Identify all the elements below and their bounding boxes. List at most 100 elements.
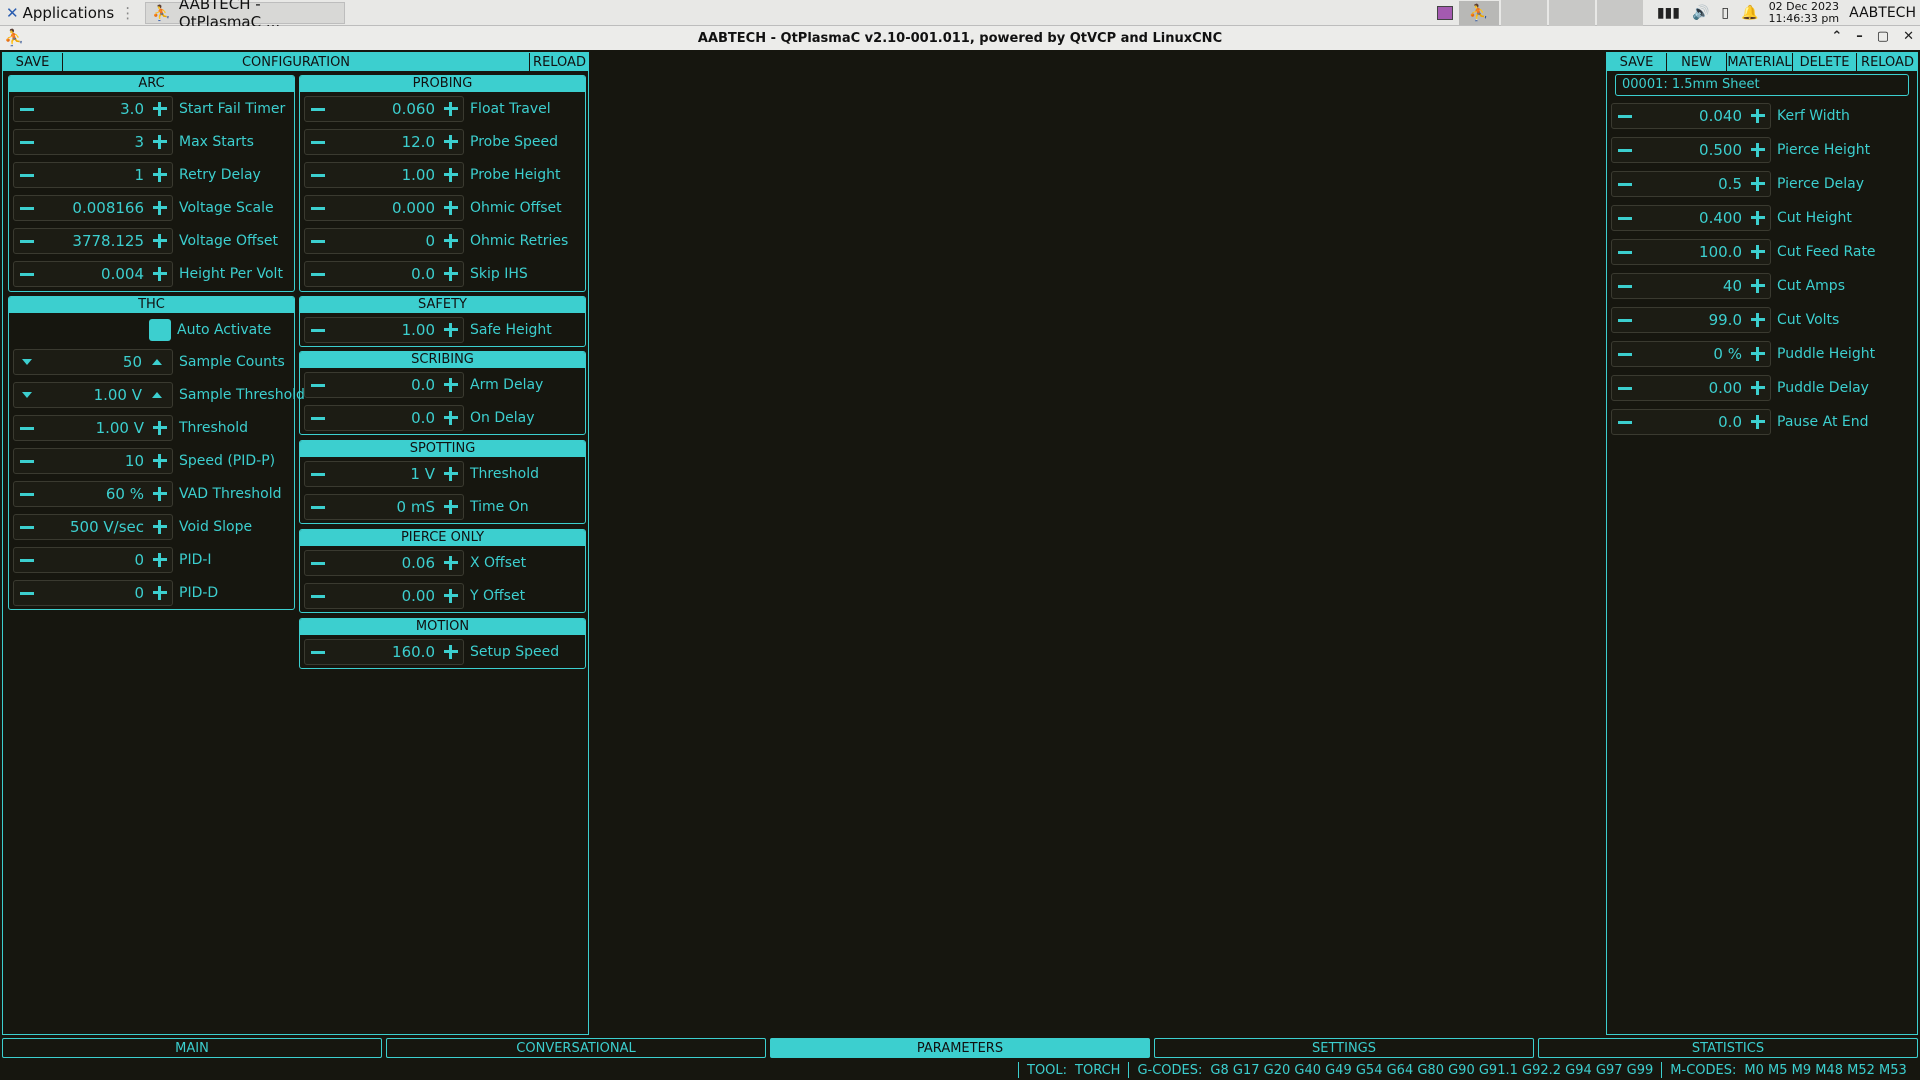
- probe-speed-minus-icon[interactable]: [305, 130, 331, 154]
- ohmic-offset-minus-icon[interactable]: [305, 196, 331, 220]
- on-delay-plus-icon[interactable]: [439, 406, 463, 430]
- start-fail-timer-plus-icon[interactable]: [148, 97, 172, 121]
- sample-counts-decrease-arrow-icon[interactable]: [14, 350, 40, 374]
- float-travel-value[interactable]: 0.060: [331, 100, 439, 118]
- voltage-offset-minus-icon[interactable]: [14, 229, 40, 253]
- tab-statistics[interactable]: STATISTICS: [1538, 1038, 1918, 1058]
- y-offset-minus-icon[interactable]: [305, 584, 331, 608]
- height-per-volt-minus-icon[interactable]: [14, 262, 40, 286]
- workspace-2[interactable]: [1500, 0, 1547, 26]
- user-menu[interactable]: AABTECH: [1849, 5, 1916, 21]
- cut-height-value[interactable]: 0.400: [1638, 209, 1746, 227]
- probe-height-spinbox[interactable]: 1.00: [304, 162, 464, 188]
- cut-amps-minus-icon[interactable]: [1612, 274, 1638, 298]
- cut-feed-rate-value[interactable]: 100.0: [1638, 243, 1746, 261]
- void-slope-value[interactable]: 500 V/sec: [40, 518, 148, 536]
- minimize-icon[interactable]: –: [1856, 29, 1863, 44]
- tab-settings[interactable]: SETTINGS: [1154, 1038, 1534, 1058]
- network-icon[interactable]: ▮▮▮: [1657, 5, 1680, 21]
- cut-feed-rate-plus-icon[interactable]: [1746, 240, 1770, 264]
- cut-feed-rate-minus-icon[interactable]: [1612, 240, 1638, 264]
- pierce-height-plus-icon[interactable]: [1746, 138, 1770, 162]
- sample-threshold-increase-arrow-icon[interactable]: [146, 383, 172, 407]
- safe-height-value[interactable]: 1.00: [331, 321, 439, 339]
- cut-amps-spinbox[interactable]: 40: [1611, 273, 1771, 299]
- ohmic-retries-minus-icon[interactable]: [305, 229, 331, 253]
- x-offset-plus-icon[interactable]: [439, 551, 463, 575]
- cut-amps-plus-icon[interactable]: [1746, 274, 1770, 298]
- time-on-value[interactable]: 0 mS: [331, 498, 439, 516]
- vad-threshold-spinbox[interactable]: 60 %: [13, 481, 173, 507]
- arm-delay-plus-icon[interactable]: [439, 373, 463, 397]
- tab-parameters[interactable]: PARAMETERS: [770, 1038, 1150, 1058]
- setup-speed-minus-icon[interactable]: [305, 640, 331, 664]
- cut-height-minus-icon[interactable]: [1612, 206, 1638, 230]
- max-starts-value[interactable]: 3: [40, 133, 148, 151]
- skip-ihs-minus-icon[interactable]: [305, 262, 331, 286]
- cut-volts-value[interactable]: 99.0: [1638, 311, 1746, 329]
- pid-i-spinbox[interactable]: 0: [13, 547, 173, 573]
- y-offset-value[interactable]: 0.00: [331, 587, 439, 605]
- ohmic-offset-plus-icon[interactable]: [439, 196, 463, 220]
- safe-height-minus-icon[interactable]: [305, 318, 331, 342]
- x-offset-spinbox[interactable]: 0.06: [304, 550, 464, 576]
- sample-threshold-spinbox[interactable]: 1.00 V: [13, 382, 173, 408]
- sample-threshold-value[interactable]: 1.00 V: [40, 386, 146, 404]
- threshold-plus-icon[interactable]: [439, 462, 463, 486]
- pierce-height-value[interactable]: 0.500: [1638, 141, 1746, 159]
- sample-threshold-decrease-arrow-icon[interactable]: [14, 383, 40, 407]
- time-on-spinbox[interactable]: 0 mS: [304, 494, 464, 520]
- speed-pid-p-value[interactable]: 10: [40, 452, 148, 470]
- probe-height-plus-icon[interactable]: [439, 163, 463, 187]
- voltage-scale-value[interactable]: 0.008166: [40, 199, 148, 217]
- speed-pid-p-spinbox[interactable]: 10: [13, 448, 173, 474]
- pause-at-end-value[interactable]: 0.0: [1638, 413, 1746, 431]
- clock[interactable]: 02 Dec 2023 11:46:33 pm: [1769, 0, 1840, 25]
- material-new-button[interactable]: NEW: [1667, 53, 1727, 71]
- on-delay-spinbox[interactable]: 0.0: [304, 405, 464, 431]
- pid-i-plus-icon[interactable]: [148, 548, 172, 572]
- void-slope-minus-icon[interactable]: [14, 515, 40, 539]
- start-fail-timer-value[interactable]: 3.0: [40, 100, 148, 118]
- threshold-spinbox[interactable]: 1 V: [304, 461, 464, 487]
- tab-conversational[interactable]: CONVERSATIONAL: [386, 1038, 766, 1058]
- material-delete-button[interactable]: DELETE: [1793, 53, 1857, 71]
- material-selector[interactable]: 00001: 1.5mm Sheet: [1615, 74, 1909, 96]
- puddle-delay-minus-icon[interactable]: [1612, 376, 1638, 400]
- cut-amps-value[interactable]: 40: [1638, 277, 1746, 295]
- pause-at-end-plus-icon[interactable]: [1746, 410, 1770, 434]
- threshold-spinbox[interactable]: 1.00 V: [13, 415, 173, 441]
- voltage-offset-plus-icon[interactable]: [148, 229, 172, 253]
- ohmic-retries-spinbox[interactable]: 0: [304, 228, 464, 254]
- ohmic-retries-plus-icon[interactable]: [439, 229, 463, 253]
- y-offset-plus-icon[interactable]: [439, 584, 463, 608]
- close-icon[interactable]: ✕: [1903, 29, 1914, 44]
- tab-main[interactable]: MAIN: [2, 1038, 382, 1058]
- kerf-width-minus-icon[interactable]: [1612, 104, 1638, 128]
- pierce-delay-plus-icon[interactable]: [1746, 172, 1770, 196]
- puddle-delay-spinbox[interactable]: 0.00: [1611, 375, 1771, 401]
- material-reload-button[interactable]: RELOAD: [1857, 53, 1918, 71]
- threshold-minus-icon[interactable]: [14, 416, 40, 440]
- pierce-delay-value[interactable]: 0.5: [1638, 175, 1746, 193]
- on-delay-value[interactable]: 0.0: [331, 409, 439, 427]
- probe-speed-spinbox[interactable]: 12.0: [304, 129, 464, 155]
- kerf-width-plus-icon[interactable]: [1746, 104, 1770, 128]
- height-per-volt-value[interactable]: 0.004: [40, 265, 148, 283]
- skip-ihs-spinbox[interactable]: 0.0: [304, 261, 464, 287]
- pid-d-spinbox[interactable]: 0: [13, 580, 173, 606]
- setup-speed-plus-icon[interactable]: [439, 640, 463, 664]
- retry-delay-spinbox[interactable]: 1: [13, 162, 173, 188]
- speed-pid-p-plus-icon[interactable]: [148, 449, 172, 473]
- threshold-minus-icon[interactable]: [305, 462, 331, 486]
- pierce-delay-spinbox[interactable]: 0.5: [1611, 171, 1771, 197]
- skip-ihs-value[interactable]: 0.0: [331, 265, 439, 283]
- auto-activate-checkbox[interactable]: [149, 319, 171, 341]
- puddle-height-value[interactable]: 0 %: [1638, 345, 1746, 363]
- pid-d-value[interactable]: 0: [40, 584, 148, 602]
- puddle-height-minus-icon[interactable]: [1612, 342, 1638, 366]
- pause-at-end-spinbox[interactable]: 0.0: [1611, 409, 1771, 435]
- void-slope-spinbox[interactable]: 500 V/sec: [13, 514, 173, 540]
- cut-height-spinbox[interactable]: 0.400: [1611, 205, 1771, 231]
- probe-height-minus-icon[interactable]: [305, 163, 331, 187]
